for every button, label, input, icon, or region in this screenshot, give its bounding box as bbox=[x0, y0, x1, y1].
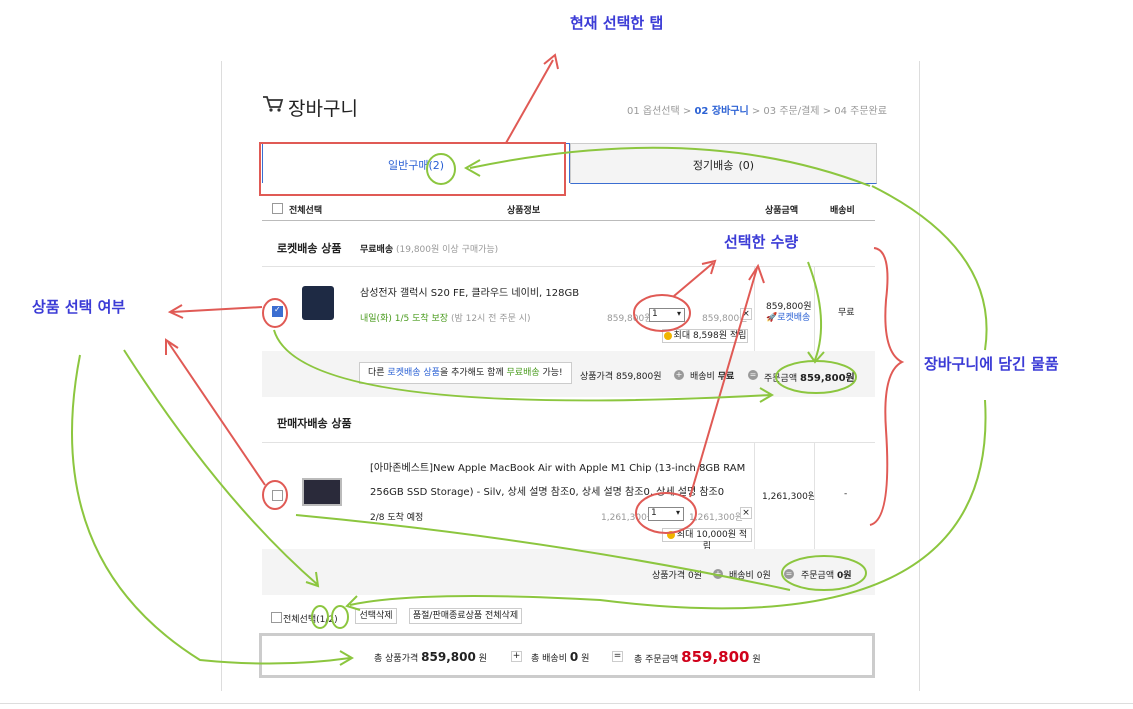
green-line-seller bbox=[295, 514, 791, 591]
green-arrow-to-total bbox=[807, 261, 823, 361]
red-arrow-qty-1 bbox=[673, 262, 714, 297]
green-line-right-top bbox=[871, 185, 988, 351]
green-circle-total-1 bbox=[775, 360, 857, 394]
red-circle-qty-2 bbox=[635, 492, 697, 534]
red-circle-checkbox-1 bbox=[262, 298, 288, 328]
annotation-select-status: 상품 선택 여부 bbox=[32, 298, 126, 316]
green-arrow-rocket-summary bbox=[273, 329, 771, 402]
green-arrow-tab-count bbox=[469, 146, 871, 187]
green-circle-count-1 bbox=[311, 605, 329, 629]
green-circle-count-2 bbox=[331, 605, 349, 629]
page-divider bbox=[0, 703, 1133, 704]
red-arrowhead-qty-2 bbox=[748, 263, 765, 284]
red-arrow-checkbox-2 bbox=[167, 341, 266, 486]
green-arrow-to-bottom-count bbox=[123, 349, 319, 586]
red-circle-checkbox-2 bbox=[262, 480, 288, 510]
red-box-selected-tab bbox=[259, 142, 566, 196]
green-circle-total-2 bbox=[781, 555, 867, 591]
annotation-current-tab: 현재 선택한 탭 bbox=[570, 14, 664, 32]
red-arrow-qty-2 bbox=[689, 267, 758, 498]
red-arrow-checkbox-1 bbox=[171, 306, 263, 313]
green-arrow-to-grand-total bbox=[71, 354, 351, 665]
annotation-cart-items: 장바구니에 담긴 물품 bbox=[924, 355, 1059, 373]
green-arrow-right-to-count bbox=[349, 399, 987, 610]
red-circle-qty-1 bbox=[633, 294, 691, 332]
red-arrow-tab bbox=[505, 59, 554, 144]
red-bracket-cart bbox=[869, 247, 905, 526]
annotation-selected-qty: 선택한 수량 bbox=[724, 233, 799, 251]
green-circle-tab-count bbox=[426, 153, 456, 185]
